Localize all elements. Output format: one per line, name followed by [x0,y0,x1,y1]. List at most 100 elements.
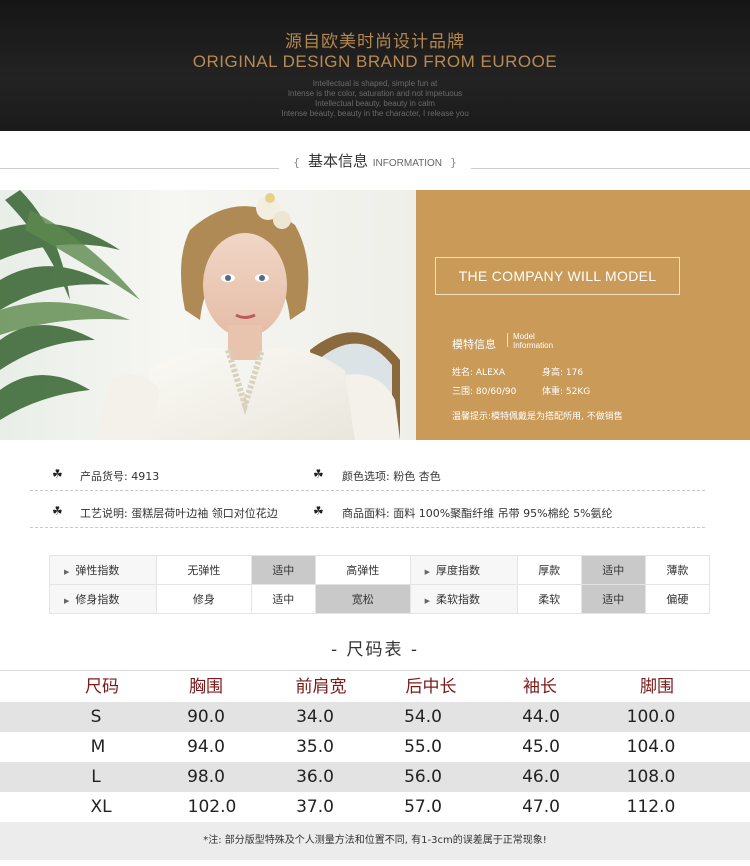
size-cell: 94.0 [187,737,225,757]
attr-option: 薄款 [644,555,711,585]
brace-open: { [292,156,300,169]
attr-option: 厚款 [516,555,582,585]
table-row: S 90.0 34.0 54.0 44.0 100.0 [0,702,750,732]
size-header: 袖长 [523,677,557,697]
model-measurements: 三围: 80/60/90 [452,387,517,397]
size-cell: 46.0 [522,767,560,787]
size-cell: M [90,737,106,757]
size-header-row: 尺码 胸围 前肩宽 后中长 袖长 脚围 [0,672,750,702]
model-photo [0,190,416,440]
banner-tagline: Intellectual is shaped, simple fun at [312,79,438,88]
model-tip: 温馨提示:模特佩戴是为搭配所用, 不做销售 [452,412,623,422]
table-row: XL 102.0 37.0 57.0 47.0 112.0 [0,792,750,822]
size-chart-title: - 尺码表 - [330,640,420,660]
size-cell: 36.0 [296,767,334,787]
table-row: ▶ 修身指数 修身 适中 宽松 ▶ 柔软指数 柔软 适中 偏硬 [49,584,711,614]
section-title: { 基本信息 INFORMATION} [0,150,750,171]
size-cell: 112.0 [626,797,676,817]
attr-option-selected: 宽松 [314,584,411,614]
size-cell: 56.0 [404,767,442,787]
attr-option-selected: 适中 [580,584,646,614]
attr-option: 偏硬 [644,584,711,614]
model-info-label-en-2: Information [513,341,554,350]
size-cell: 45.0 [522,737,560,757]
table-row: ▶ 弹性指数 无弹性 适中 高弹性 ▶ 厚度指数 厚款 适中 薄款 [49,555,711,585]
size-cell: 35.0 [296,737,334,757]
size-header: 胸围 [189,677,223,697]
attr-label-text: 修身指数 [75,593,120,606]
clover-icon: ☘ [52,504,63,518]
triangle-right-icon: ▶ [64,568,70,576]
attr-option: 适中 [250,584,316,614]
attr-option: 修身 [156,584,252,614]
size-header: 脚围 [640,677,674,697]
size-cell: 102.0 [187,797,237,817]
model-name: 姓名: ALEXA [452,368,506,378]
banner-title-cn: 源自欧美时尚设计品牌 [285,32,465,52]
size-cell: 34.0 [296,707,334,727]
brace-close: } [450,156,458,169]
size-cell: S [90,707,102,727]
product-craft: 工艺说明: 蛋糕层荷叶边袖 领口对位花边 [80,507,278,520]
size-cell: 47.0 [522,797,560,817]
banner-tagline: Intellectual beauty, beauty in calm [315,99,435,108]
model-info-label: 模特信息 [452,338,496,351]
size-cell: 55.0 [404,737,442,757]
model-photo-illustration [0,190,400,440]
model-info-panel: THE COMPANY WILL MODEL 模特信息 Model Inform… [416,190,750,440]
attr-label-text: 柔软指数 [436,593,481,606]
section-title-cn: 基本信息 [307,152,368,170]
product-colors: 颜色选项: 粉色 杏色 [342,470,441,483]
model-info-label-en-1: Model [513,332,535,341]
product-code: 产品货号: 4913 [80,470,160,483]
size-cell: XL [90,797,112,817]
size-chart-divider [0,670,750,671]
size-header: 后中长 [405,677,457,697]
dashed-divider [30,527,705,528]
attr-label-fit: ▶ 修身指数 [49,584,157,614]
clover-icon: ☘ [313,467,324,481]
size-note: *注: 部分版型特殊及个人测量方法和位置不同, 有1-3cm的误差属于正常现象! [0,822,750,860]
attr-option: 无弹性 [156,555,252,585]
model-height: 身高: 176 [542,368,584,378]
size-cell: 90.0 [187,707,225,727]
size-cell: 104.0 [626,737,676,757]
brand-banner: 源自欧美时尚设计品牌 ORIGINAL DESIGN BRAND FROM EU… [0,0,750,131]
size-cell: 98.0 [187,767,225,787]
triangle-right-icon: ▶ [64,597,70,605]
triangle-right-icon: ▶ [424,568,431,576]
company-model-box: THE COMPANY WILL MODEL [435,257,680,295]
dashed-divider [30,490,705,491]
attr-label-softness: ▶ 柔软指数 [409,584,518,614]
section-title-en: INFORMATION [372,158,443,169]
size-header: 前肩宽 [295,677,347,697]
table-row: M 94.0 35.0 55.0 45.0 104.0 [0,732,750,762]
attr-label-thickness: ▶ 厚度指数 [409,555,518,585]
product-fabric: 商品面料: 面料 100%聚酯纤维 吊带 95%棉纶 5%氨纶 [342,507,613,520]
triangle-right-icon: ▶ [424,597,431,605]
attr-label-text: 弹性指数 [75,564,120,577]
size-header: 尺码 [85,677,119,697]
size-cell: 44.0 [522,707,560,727]
model-weight: 体重: 52KG [542,387,591,397]
label-separator [507,333,508,347]
attr-label-elasticity: ▶ 弹性指数 [49,555,157,585]
size-cell: 54.0 [404,707,442,727]
size-cell: 37.0 [296,797,334,817]
attr-option: 高弹性 [314,555,411,585]
size-cell: 100.0 [626,707,676,727]
banner-title-en: ORIGINAL DESIGN BRAND FROM EUROOE [192,52,558,71]
clover-icon: ☘ [313,504,324,518]
size-cell: 57.0 [404,797,442,817]
banner-tagline: Intense is the color, saturation and not… [287,89,463,98]
attr-option-selected: 适中 [250,555,316,585]
table-row: L 98.0 36.0 56.0 46.0 108.0 [0,762,750,792]
model-info-label-en: Model Information [513,332,553,350]
size-cell: L [91,767,101,787]
attr-option-selected: 适中 [580,555,646,585]
attr-option: 柔软 [516,584,582,614]
size-cell: 108.0 [626,767,676,787]
banner-tagline: Intense beauty, beauty in the character,… [281,109,469,118]
attribute-index-table: ▶ 弹性指数 无弹性 适中 高弹性 ▶ 厚度指数 厚款 适中 薄款 ▶ 修身指数 修身… [49,555,711,614]
attr-label-text: 厚度指数 [436,564,481,577]
